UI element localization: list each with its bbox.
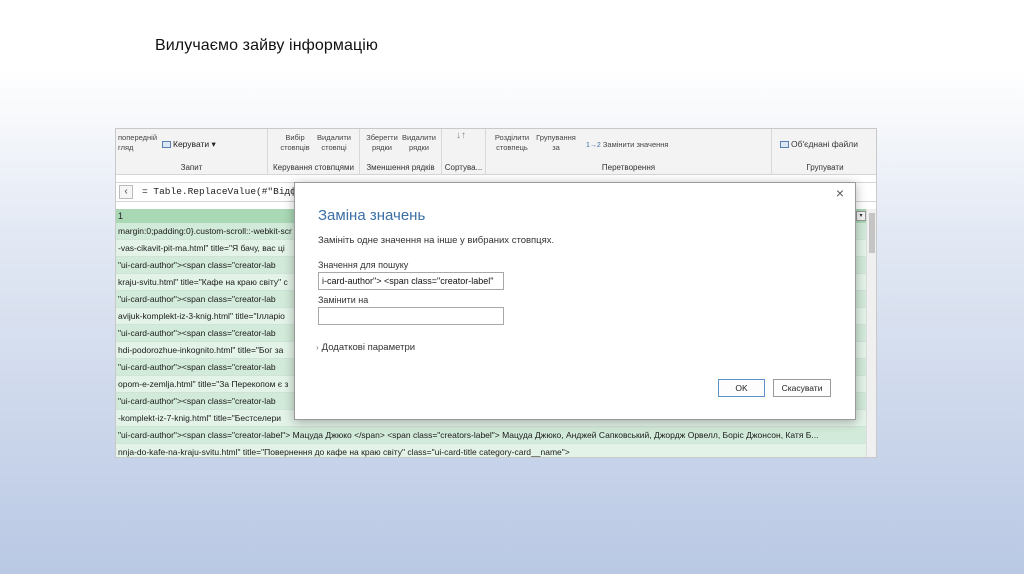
files-icon (780, 141, 789, 149)
ribbon-group-label-combine: Групувати (806, 163, 844, 172)
replace-values-dialog: × Заміна значень Замініть одне значення … (294, 182, 856, 420)
combine-files-label: Об'єднані файли (791, 139, 858, 149)
find-field[interactable]: i-card-author"> <span class="creator-lab… (318, 272, 504, 290)
collapse-chevron-icon[interactable]: ‹ (119, 185, 133, 199)
replace-values-button[interactable]: 1→2 Замінити значення (586, 140, 668, 151)
ribbon-group-label-transform: Перетворення (601, 163, 656, 172)
table-icon (162, 141, 171, 149)
formula-text[interactable]: = Table.ReplaceValue(#"Відфіл (142, 186, 307, 197)
ribbon-group-label-sort: Сортува... (444, 163, 483, 172)
ribbon-group-columns: Вибір стовпців Видалити стовпці Керуванн… (268, 129, 360, 175)
replace-values-icon: 1→2 (586, 142, 601, 149)
choose-columns-button[interactable]: Вибір стовпців (278, 133, 312, 153)
ok-button[interactable]: OK (718, 379, 765, 397)
ribbon-group-query: попередній гляд Керувати ▾ Запит (116, 129, 268, 175)
choose-columns-label: Вибір стовпців (280, 133, 310, 152)
keep-rows-button[interactable]: Зберегти рядки (364, 133, 400, 153)
manage-label: Керувати (173, 139, 210, 149)
table-row[interactable]: "ui-card-author"><span class="creator-la… (116, 427, 868, 444)
close-icon[interactable]: × (833, 186, 847, 200)
find-label: Значення для пошуку (318, 260, 409, 270)
ribbon-group-rows: Зберегти рядки Видалити рядки Зменшення … (360, 129, 442, 175)
manage-button[interactable]: Керувати ▾ (162, 139, 216, 149)
keep-rows-label: Зберегти рядки (366, 133, 398, 152)
remove-rows-label: Видалити рядки (402, 133, 436, 152)
split-column-button[interactable]: Розділити стовпець (492, 133, 532, 153)
ribbon-group-sort: ↓↑ Сортува... (442, 129, 486, 175)
column-header-label: 1 (118, 211, 124, 221)
group-by-label: Групування за (536, 133, 576, 152)
vertical-scrollbar[interactable] (866, 209, 876, 457)
scrollbar-thumb[interactable] (869, 213, 875, 253)
preview-label: попередній (118, 133, 158, 142)
replace-label: Замінити на (318, 295, 369, 305)
dialog-description: Замініть одне значення на інше у вибрани… (318, 235, 555, 246)
table-row[interactable]: nnja-do-kafe-na-kraju-svitu.html" title=… (116, 444, 868, 457)
filter-dropdown-icon[interactable]: ▾ (856, 211, 866, 221)
group-by-button[interactable]: Групування за (534, 133, 578, 153)
sort-icon[interactable]: ↓↑ (456, 131, 466, 141)
ribbon-group-transform: Розділити стовпець Групування за 1→2 Зам… (486, 129, 772, 175)
combine-files-button[interactable]: Об'єднані файли (780, 139, 858, 149)
ribbon-group-label-rows: Зменшення рядків (366, 163, 435, 172)
remove-columns-button[interactable]: Видалити стовпці (316, 133, 352, 153)
ribbon-group-label-columns: Керування стовпцями (273, 163, 354, 172)
ribbon-group-combine: Об'єднані файли Групувати (772, 129, 876, 175)
split-column-label: Розділити стовпець (494, 133, 530, 152)
remove-columns-label: Видалити стовпці (317, 133, 351, 152)
dialog-title: Заміна значень (318, 207, 426, 224)
ribbon-group-label-query: Запит (180, 163, 203, 172)
chevron-right-icon: › (316, 343, 319, 352)
remove-rows-button[interactable]: Видалити рядки (400, 133, 438, 153)
advanced-options-label: Додаткові параметри (321, 342, 416, 353)
advanced-options-toggle[interactable]: › Додаткові параметри (316, 342, 415, 353)
preview-button[interactable]: попередній гляд (118, 133, 157, 153)
ribbon: попередній гляд Керувати ▾ Запит Вибір с… (116, 129, 876, 175)
cancel-button[interactable]: Скасувати (773, 379, 831, 397)
slide-title: Вилучаємо зайву інформацію (155, 37, 379, 54)
preview-label-2: гляд (118, 143, 134, 152)
replace-field[interactable] (318, 307, 504, 325)
replace-values-label: Замінити значення (602, 140, 669, 149)
